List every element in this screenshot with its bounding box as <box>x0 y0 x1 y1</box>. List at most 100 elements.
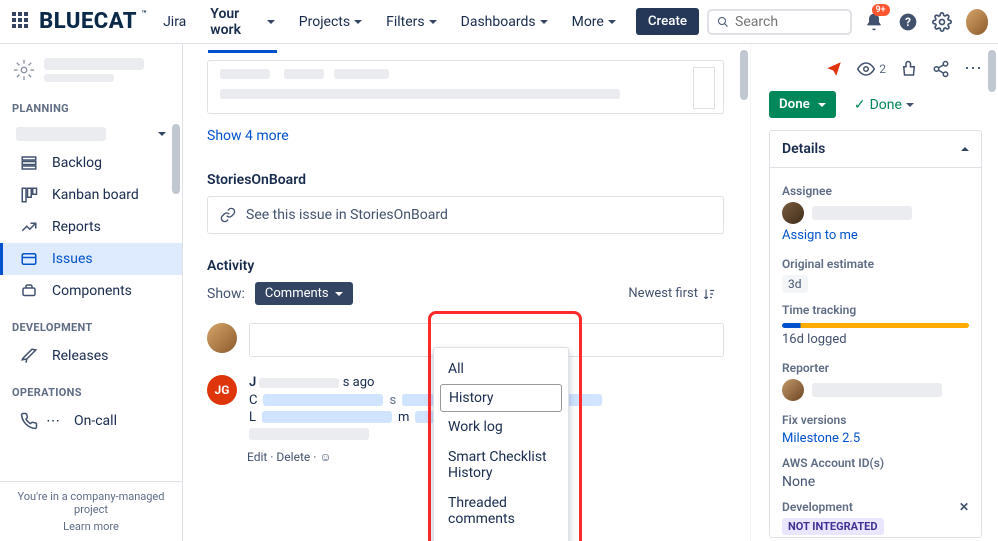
dropdown-item-history[interactable]: History <box>440 384 562 412</box>
nav-more[interactable]: More <box>562 8 626 36</box>
search-input[interactable] <box>735 14 842 30</box>
details-toggle[interactable]: Details <box>770 131 981 168</box>
workflow-status[interactable]: ✓Done <box>854 97 914 113</box>
dropdown-item-checklist[interactable]: Smart Checklist History <box>434 442 568 488</box>
sidebar-item-label: Issues <box>52 251 93 267</box>
activity-filter-dropdown: All History Work log Smart Checklist His… <box>433 347 569 541</box>
estimate-value[interactable]: 3d <box>782 275 808 293</box>
details-heading: Details <box>782 141 825 157</box>
learn-more-link[interactable]: Learn more <box>6 520 176 533</box>
sidebar-item-oncall[interactable]: ⋯On-call <box>0 405 182 437</box>
details-panel: Details Assignee Assign to me Original e… <box>769 130 982 538</box>
watchers-icon[interactable] <box>857 60 875 78</box>
app-launcher-icon[interactable] <box>12 12 29 32</box>
search-box[interactable] <box>707 9 852 35</box>
sidebar-item-releases[interactable]: Releases <box>0 340 182 372</box>
share-icon[interactable] <box>932 60 950 78</box>
development-label: Development✕ <box>782 500 969 514</box>
delete-comment[interactable]: Delete <box>276 450 310 464</box>
reporter-value[interactable] <box>782 379 969 401</box>
issue-details-panel: 2 ⋯ Done ✓Done Details Assignee Assign t… <box>750 44 998 541</box>
sidebar-item-label: Kanban board <box>52 187 139 203</box>
sidebar-item-label: Backlog <box>52 155 102 171</box>
sort-icon <box>702 287 716 301</box>
nav-projects[interactable]: Projects <box>289 8 372 36</box>
dropdown-item-worklog[interactable]: Work log <box>434 412 568 442</box>
react-icon[interactable]: ☺ <box>319 450 331 464</box>
sidebar: PLANNING Backlog Kanban board Reports Is… <box>0 44 183 541</box>
assignee-avatar <box>782 202 804 224</box>
feedback-icon[interactable] <box>825 60 843 78</box>
sidebar-item-issues[interactable]: Issues <box>0 243 182 275</box>
activity-heading: Activity <box>207 258 724 274</box>
dropdown-item-timeinstatus[interactable]: Time In Status <box>434 534 568 541</box>
time-tracking-label: Time tracking <box>782 303 969 317</box>
status-button[interactable]: Done <box>769 91 836 118</box>
sidebar-item-backlog[interactable]: Backlog <box>0 147 182 179</box>
sort-newest[interactable]: Newest first <box>628 286 716 301</box>
aws-value: None <box>782 474 969 490</box>
dropdown-item-all[interactable]: All <box>434 354 568 384</box>
activity-filter-label: Comments <box>265 286 329 301</box>
nav-jira[interactable]: Jira <box>153 8 196 36</box>
main-scrollbar[interactable] <box>740 50 748 100</box>
chevron-down-icon <box>267 20 275 24</box>
description-box <box>207 60 724 114</box>
comment-time: s ago <box>343 375 375 390</box>
assign-to-me[interactable]: Assign to me <box>782 228 969 243</box>
vote-icon[interactable] <box>900 60 918 78</box>
sidebar-item-components[interactable]: Components <box>0 275 182 307</box>
dropdown-item-threaded[interactable]: Threaded comments <box>434 488 568 534</box>
fix-versions-value[interactable]: Milestone 2.5 <box>782 431 969 446</box>
sidebar-scrollbar[interactable] <box>172 124 180 194</box>
nav-more-label: More <box>572 14 604 30</box>
nav-dashboards[interactable]: Dashboards <box>451 8 558 36</box>
show-more-link[interactable]: Show 4 more <box>207 118 724 164</box>
sort-label: Newest first <box>628 286 698 301</box>
storiesonboard-box: See this issue in StoriesOnBoard <box>207 196 724 234</box>
activity-filter-button[interactable]: Comments <box>255 282 353 305</box>
nav-filters[interactable]: Filters <box>376 8 447 36</box>
edit-comment[interactable]: Edit <box>247 450 267 464</box>
nav-your-work[interactable]: Your work <box>200 0 285 44</box>
chevron-up-icon <box>961 147 969 151</box>
storiesonboard-heading: StoriesOnBoard <box>207 172 724 188</box>
chevron-down-icon <box>429 20 437 24</box>
reporter-avatar <box>782 379 804 401</box>
time-logged: 16d logged <box>782 332 969 347</box>
more-actions-icon[interactable]: ⋯ <box>964 58 982 79</box>
right-scrollbar[interactable] <box>988 50 996 92</box>
user-avatar <box>207 323 237 353</box>
sidebar-item-reports[interactable]: Reports <box>0 211 182 243</box>
sidebar-item-kanban[interactable]: Kanban board <box>0 179 182 211</box>
settings-icon[interactable] <box>930 8 954 36</box>
aws-label: AWS Account ID(s) <box>782 456 969 470</box>
top-navigation: BLUECAT Jira Your work Projects Filters … <box>0 0 998 44</box>
logo[interactable]: BLUECAT <box>39 9 137 34</box>
watchers-count: 2 <box>879 62 886 76</box>
sidebar-footer: You're in a company-managed project Lear… <box>0 481 182 541</box>
create-button[interactable]: Create <box>636 8 699 35</box>
close-icon[interactable]: ✕ <box>959 500 969 514</box>
nav-your-work-label: Your work <box>210 6 263 38</box>
chevron-down-icon <box>608 20 616 24</box>
assignee-value[interactable] <box>782 202 969 224</box>
storiesonboard-link[interactable]: See this issue in StoriesOnBoard <box>246 207 448 223</box>
profile-avatar[interactable] <box>966 9 988 35</box>
time-tracking-bar[interactable] <box>782 323 969 328</box>
svg-text:?: ? <box>905 15 911 29</box>
section-operations: OPERATIONS <box>0 372 182 405</box>
workflow-label: Done <box>870 97 902 113</box>
chevron-down-icon <box>158 132 166 136</box>
chevron-down-icon <box>354 20 362 24</box>
nav-dashboards-label: Dashboards <box>461 14 536 30</box>
notifications-icon[interactable]: 9+ <box>862 8 886 36</box>
notification-badge: 9+ <box>872 4 890 16</box>
attachment-thumb[interactable] <box>693 67 715 109</box>
issue-main: Show 4 more StoriesOnBoard See this issu… <box>183 44 750 541</box>
project-selector[interactable] <box>0 52 182 88</box>
chevron-down-icon <box>818 103 826 107</box>
help-icon[interactable]: ? <box>896 8 920 36</box>
not-integrated-badge: NOT INTEGRATED <box>782 518 884 535</box>
board-selector[interactable] <box>0 121 182 147</box>
